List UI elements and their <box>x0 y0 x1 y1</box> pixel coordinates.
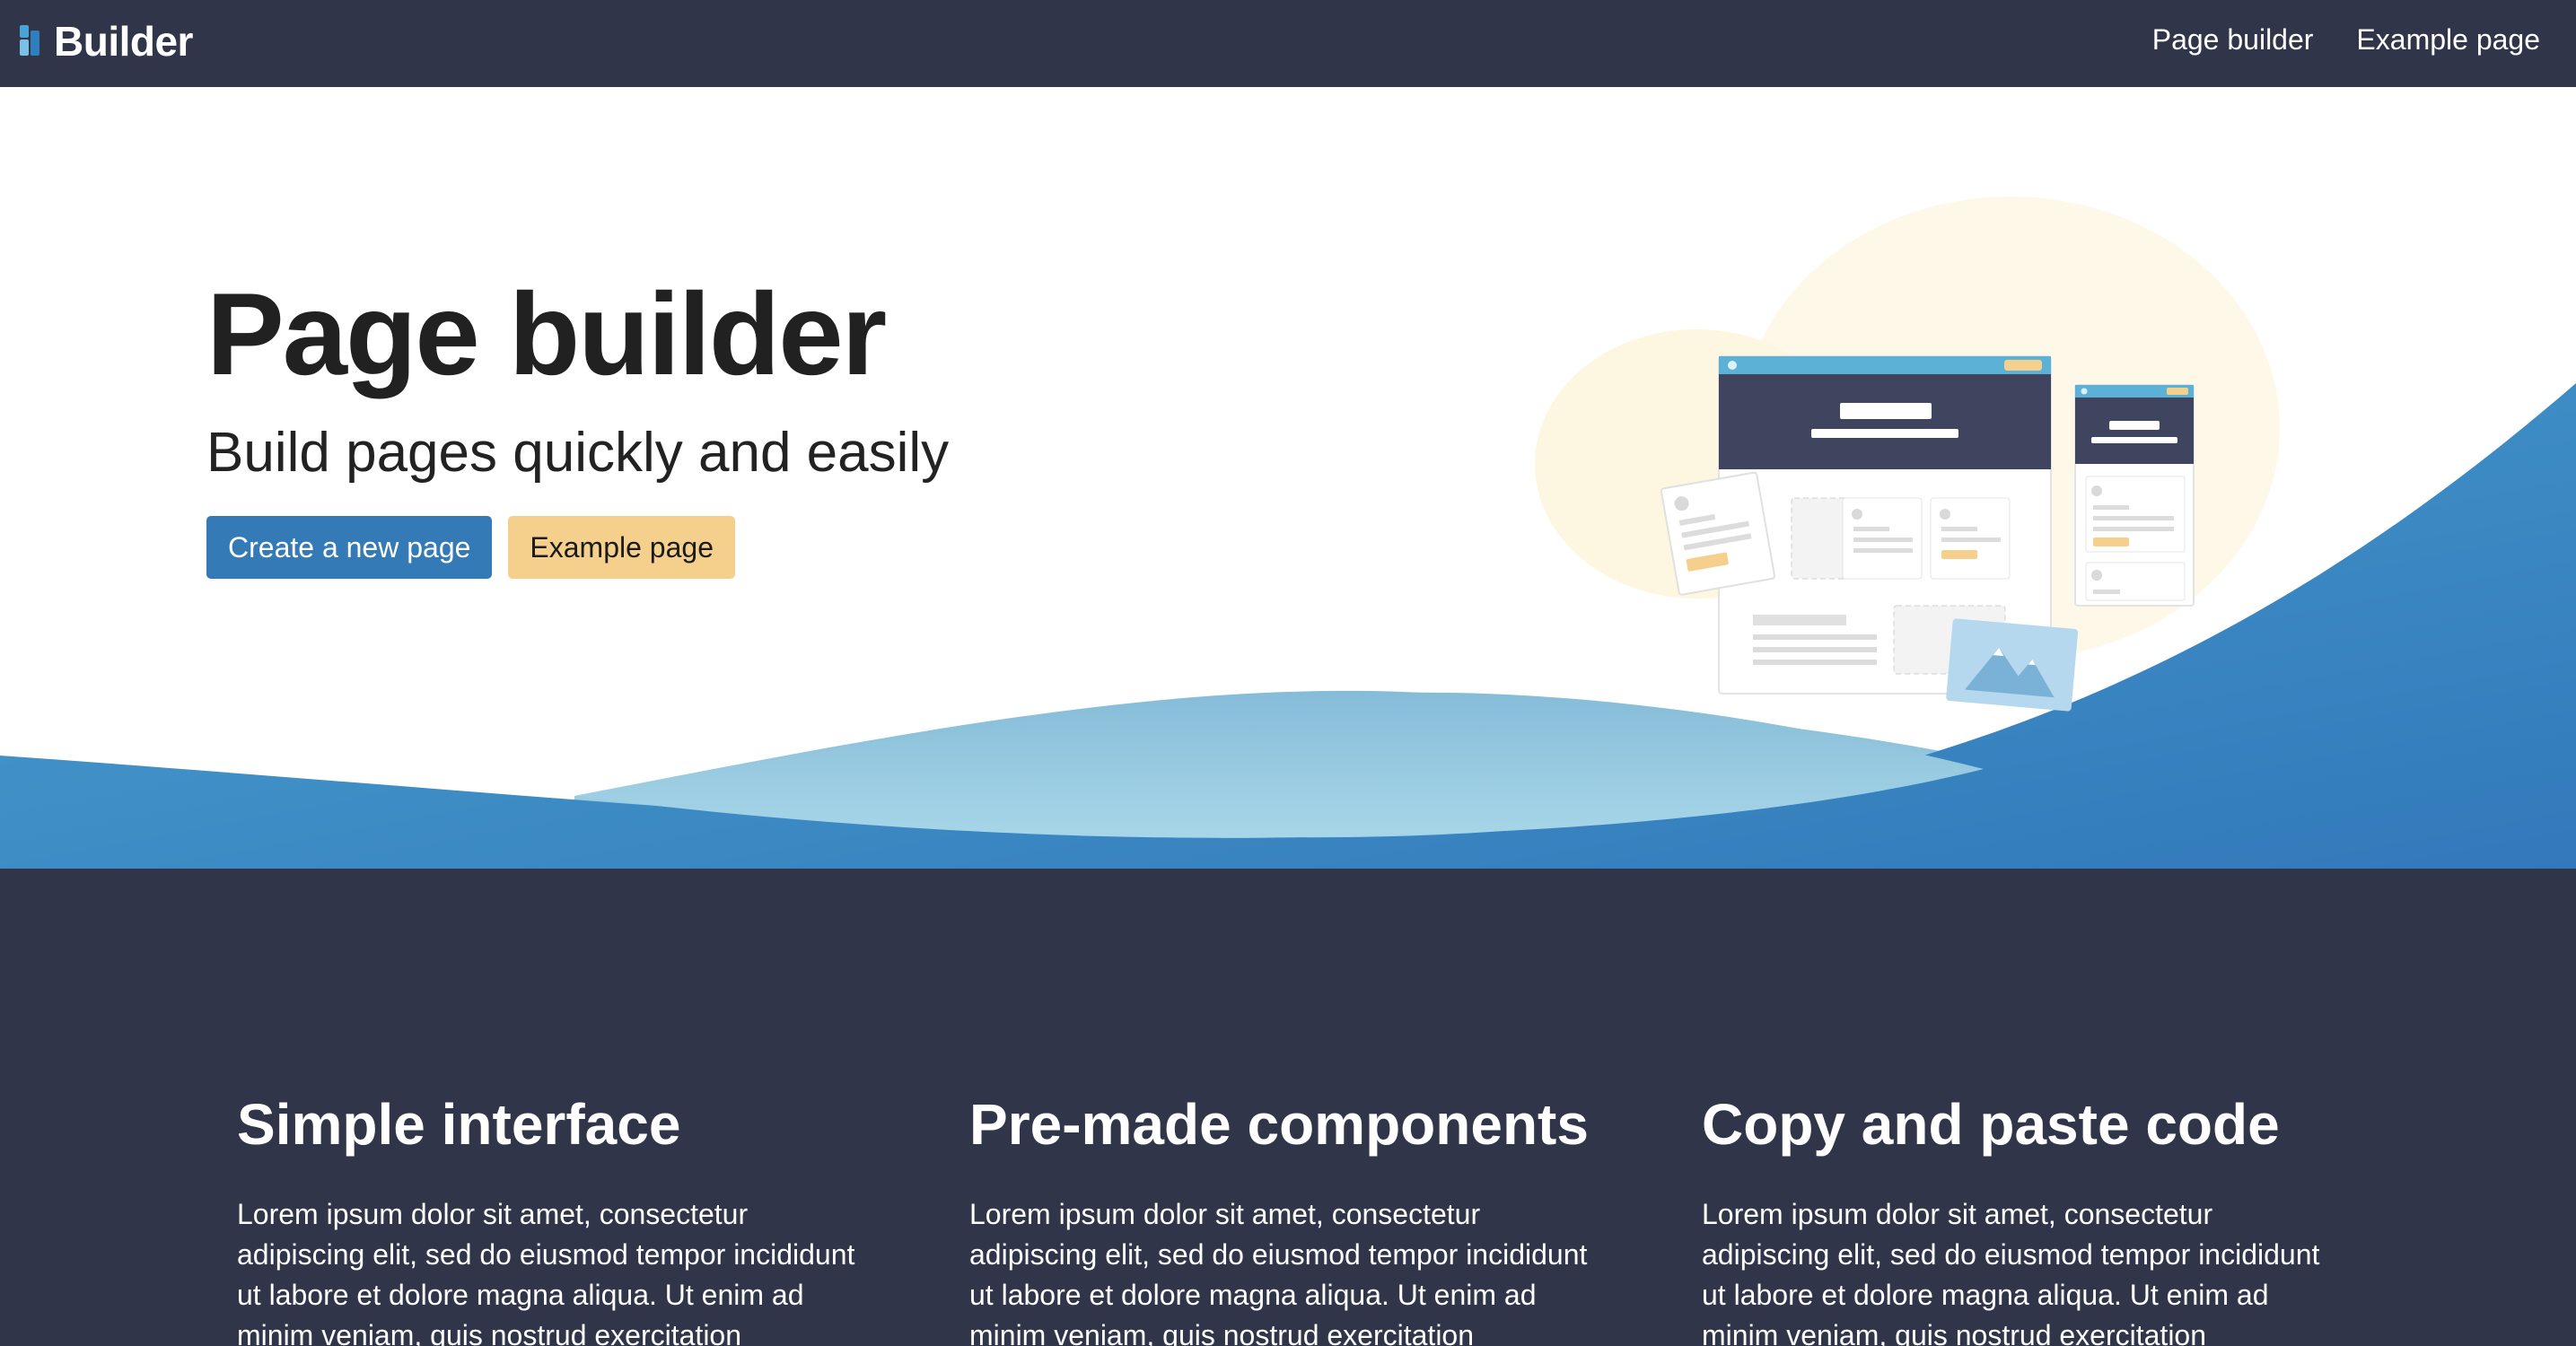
feature-title: Copy and paste code <box>1702 1092 2280 1157</box>
features-section: Simple interface Lorem ipsum dolor sit a… <box>0 869 2576 1346</box>
nav-link-page-builder[interactable]: Page builder <box>2152 20 2314 59</box>
navbar: Builder Page builder Example page <box>0 0 2576 87</box>
nav-link-example-page[interactable]: Example page <box>2356 20 2540 59</box>
hero-section: Page builder Build pages quickly and eas… <box>0 87 2576 869</box>
brand-link[interactable]: Builder <box>18 16 193 66</box>
feature-simple-interface: Simple interface Lorem ipsum dolor sit a… <box>237 1088 883 1346</box>
example-page-button[interactable]: Example page <box>508 516 735 579</box>
hero-text: Page builder Build pages quickly and eas… <box>206 267 1194 579</box>
builder-logo-icon <box>20 25 39 56</box>
feature-pre-made-components: Pre-made components Lorem ipsum dolor si… <box>969 1088 1616 1346</box>
feature-title: Pre-made components <box>969 1092 1589 1157</box>
create-new-page-button[interactable]: Create a new page <box>206 516 493 579</box>
hero-title: Page builder <box>206 268 887 399</box>
brand-name: Builder <box>54 18 193 65</box>
hero-subtitle: Build pages quickly and easily <box>206 422 950 484</box>
nav-links: Page builder Example page <box>2152 20 2540 59</box>
feature-title: Simple interface <box>237 1092 681 1157</box>
hero-buttons: Create a new page Example page <box>206 516 1194 579</box>
feature-body: Lorem ipsum dolor sit amet, consectetur … <box>969 1198 1588 1346</box>
feature-body: Lorem ipsum dolor sit amet, consectetur … <box>1702 1198 2320 1346</box>
page-builder-illustration <box>1535 197 2280 712</box>
feature-body: Lorem ipsum dolor sit amet, consectetur … <box>237 1198 855 1346</box>
feature-copy-paste-code: Copy and paste code Lorem ipsum dolor si… <box>1702 1088 2348 1346</box>
